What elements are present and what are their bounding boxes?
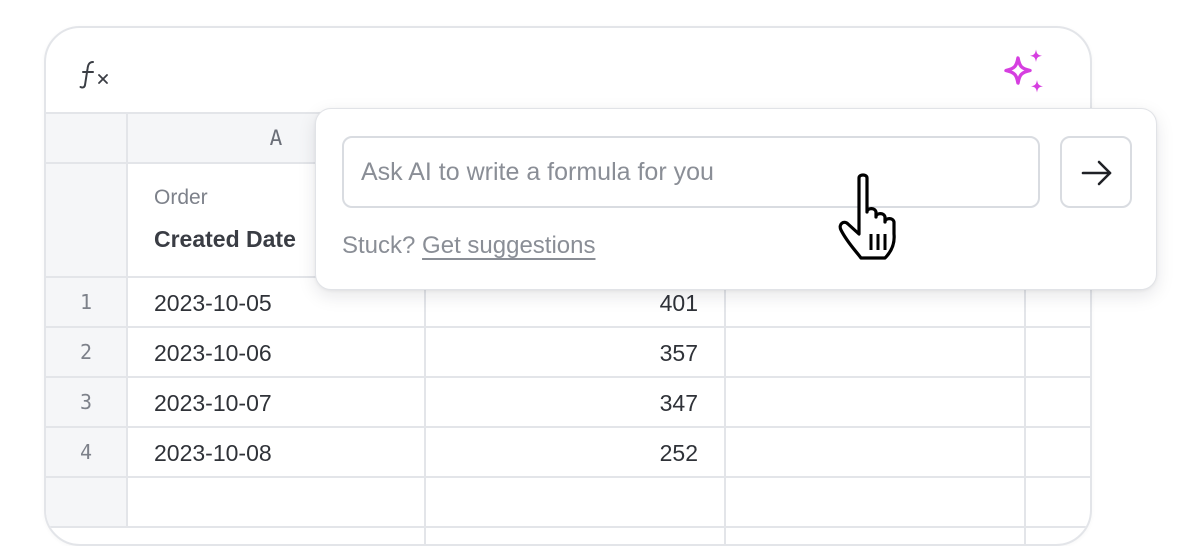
- column-subtitle: Order: [154, 186, 208, 209]
- submit-button[interactable]: [1060, 136, 1132, 208]
- value-cell[interactable]: 347: [426, 378, 698, 426]
- ai-formula-popover: Stuck? Get suggestions: [315, 108, 1157, 290]
- table-row[interactable]: 4 2023-10-08 252: [46, 428, 1090, 478]
- date-cell[interactable]: 2023-10-05: [154, 278, 272, 326]
- date-cell[interactable]: 2023-10-07: [154, 378, 272, 426]
- table-row[interactable]: 2 2023-10-06 357: [46, 328, 1090, 378]
- get-suggestions-link[interactable]: Get suggestions: [422, 232, 595, 259]
- row-number[interactable]: 4: [46, 428, 128, 476]
- formula-bar: [46, 28, 1090, 114]
- stuck-label: Stuck?: [342, 232, 416, 259]
- column-title: Created Date: [154, 226, 296, 252]
- pointer-hand-icon: [838, 173, 896, 260]
- row-number[interactable]: 3: [46, 378, 128, 426]
- function-fx-icon[interactable]: [79, 59, 113, 89]
- row-number[interactable]: [46, 478, 128, 526]
- title-row-gutter: [46, 164, 128, 276]
- row-number[interactable]: 2: [46, 328, 128, 376]
- table-row[interactable]: [46, 478, 1090, 528]
- value-cell[interactable]: 252: [426, 428, 698, 476]
- date-cell[interactable]: 2023-10-08: [154, 428, 272, 476]
- ai-prompt-input[interactable]: [342, 136, 1040, 208]
- row-number[interactable]: 1: [46, 278, 128, 326]
- select-all-corner[interactable]: [46, 114, 128, 162]
- value-cell[interactable]: 357: [426, 328, 698, 376]
- table-row[interactable]: 3 2023-10-07 347: [46, 378, 1090, 428]
- help-line: Stuck? Get suggestions: [342, 232, 595, 260]
- sparkle-icon[interactable]: [998, 48, 1048, 96]
- arrow-right-icon: [1081, 160, 1112, 186]
- date-cell[interactable]: 2023-10-06: [154, 328, 272, 376]
